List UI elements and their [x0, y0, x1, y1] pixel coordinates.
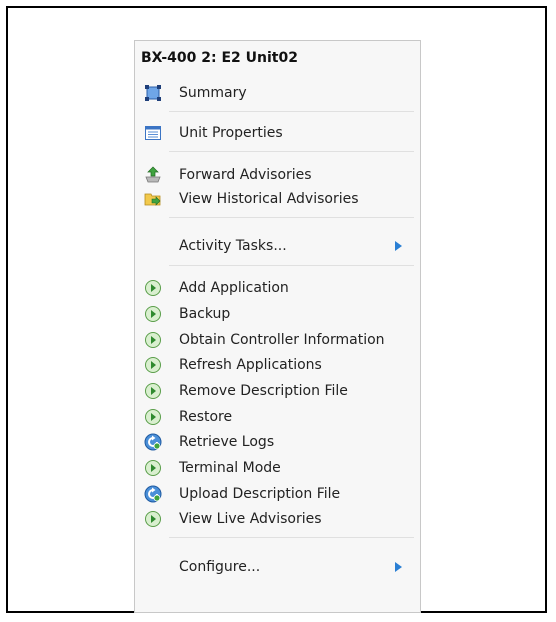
historical-advisories-icon	[144, 193, 161, 206]
play-circle-icon	[145, 383, 161, 399]
menu-item-view-live-advisories[interactable]: View Live Advisories	[135, 507, 420, 531]
menu-separator	[169, 265, 414, 266]
menu-item-label: Add Application	[179, 280, 289, 296]
figure-frame: BX-400 2: E2 Unit02 Summary Unit Propert…	[6, 6, 547, 613]
menu-separator	[169, 217, 414, 218]
play-circle-icon	[145, 306, 161, 322]
play-circle-icon	[145, 460, 161, 476]
menu-item-label: Unit Properties	[179, 125, 283, 141]
submenu-arrow-icon	[395, 562, 402, 572]
menu-item-label: View Live Advisories	[179, 511, 322, 527]
play-circle-icon	[145, 357, 161, 373]
menu-item-summary[interactable]: Summary	[135, 81, 420, 105]
menu-item-label: Summary	[179, 85, 247, 101]
menu-item-activity-tasks[interactable]: Activity Tasks...	[135, 234, 420, 258]
context-menu: BX-400 2: E2 Unit02 Summary Unit Propert…	[134, 40, 421, 613]
menu-item-label: Refresh Applications	[179, 357, 322, 373]
menu-item-forward-advisories[interactable]: Forward Advisories	[135, 163, 420, 187]
menu-item-label: Backup	[179, 306, 231, 322]
play-circle-icon	[145, 511, 161, 527]
menu-item-unit-properties[interactable]: Unit Properties	[135, 121, 420, 145]
menu-separator	[169, 151, 414, 152]
refresh-cycle-icon	[144, 485, 162, 503]
menu-separator	[169, 111, 414, 112]
menu-item-backup[interactable]: Backup	[135, 302, 420, 326]
menu-item-upload-description-file[interactable]: Upload Description File	[135, 482, 420, 506]
forward-advisories-icon	[145, 166, 161, 183]
submenu-arrow-icon	[395, 241, 402, 251]
menu-item-obtain-controller-information[interactable]: Obtain Controller Information	[135, 328, 420, 352]
menu-separator	[169, 537, 414, 538]
play-circle-icon	[145, 409, 161, 425]
play-circle-icon	[145, 332, 161, 348]
menu-item-label: Activity Tasks...	[179, 238, 287, 254]
menu-item-label: Configure...	[179, 559, 261, 575]
menu-item-label: Obtain Controller Information	[179, 332, 385, 348]
properties-icon	[145, 126, 161, 140]
menu-item-restore[interactable]: Restore	[135, 405, 420, 429]
menu-item-remove-description-file[interactable]: Remove Description File	[135, 379, 420, 403]
play-circle-icon	[145, 280, 161, 296]
menu-item-configure[interactable]: Configure...	[135, 555, 420, 579]
menu-item-label: Terminal Mode	[179, 460, 281, 476]
menu-item-view-historical-advisories[interactable]: View Historical Advisories	[135, 187, 420, 211]
menu-item-terminal-mode[interactable]: Terminal Mode	[135, 456, 420, 480]
menu-item-label: Upload Description File	[179, 486, 341, 502]
menu-item-label: Remove Description File	[179, 383, 348, 399]
refresh-cycle-icon	[144, 433, 162, 451]
menu-item-label: View Historical Advisories	[179, 191, 359, 207]
menu-item-label: Restore	[179, 409, 233, 425]
summary-icon	[145, 85, 161, 101]
menu-item-refresh-applications[interactable]: Refresh Applications	[135, 353, 420, 377]
menu-item-label: Forward Advisories	[179, 167, 312, 183]
menu-item-label: Retrieve Logs	[179, 434, 275, 450]
menu-title: BX-400 2: E2 Unit02	[141, 50, 298, 66]
menu-item-retrieve-logs[interactable]: Retrieve Logs	[135, 430, 420, 454]
menu-item-add-application[interactable]: Add Application	[135, 276, 420, 300]
